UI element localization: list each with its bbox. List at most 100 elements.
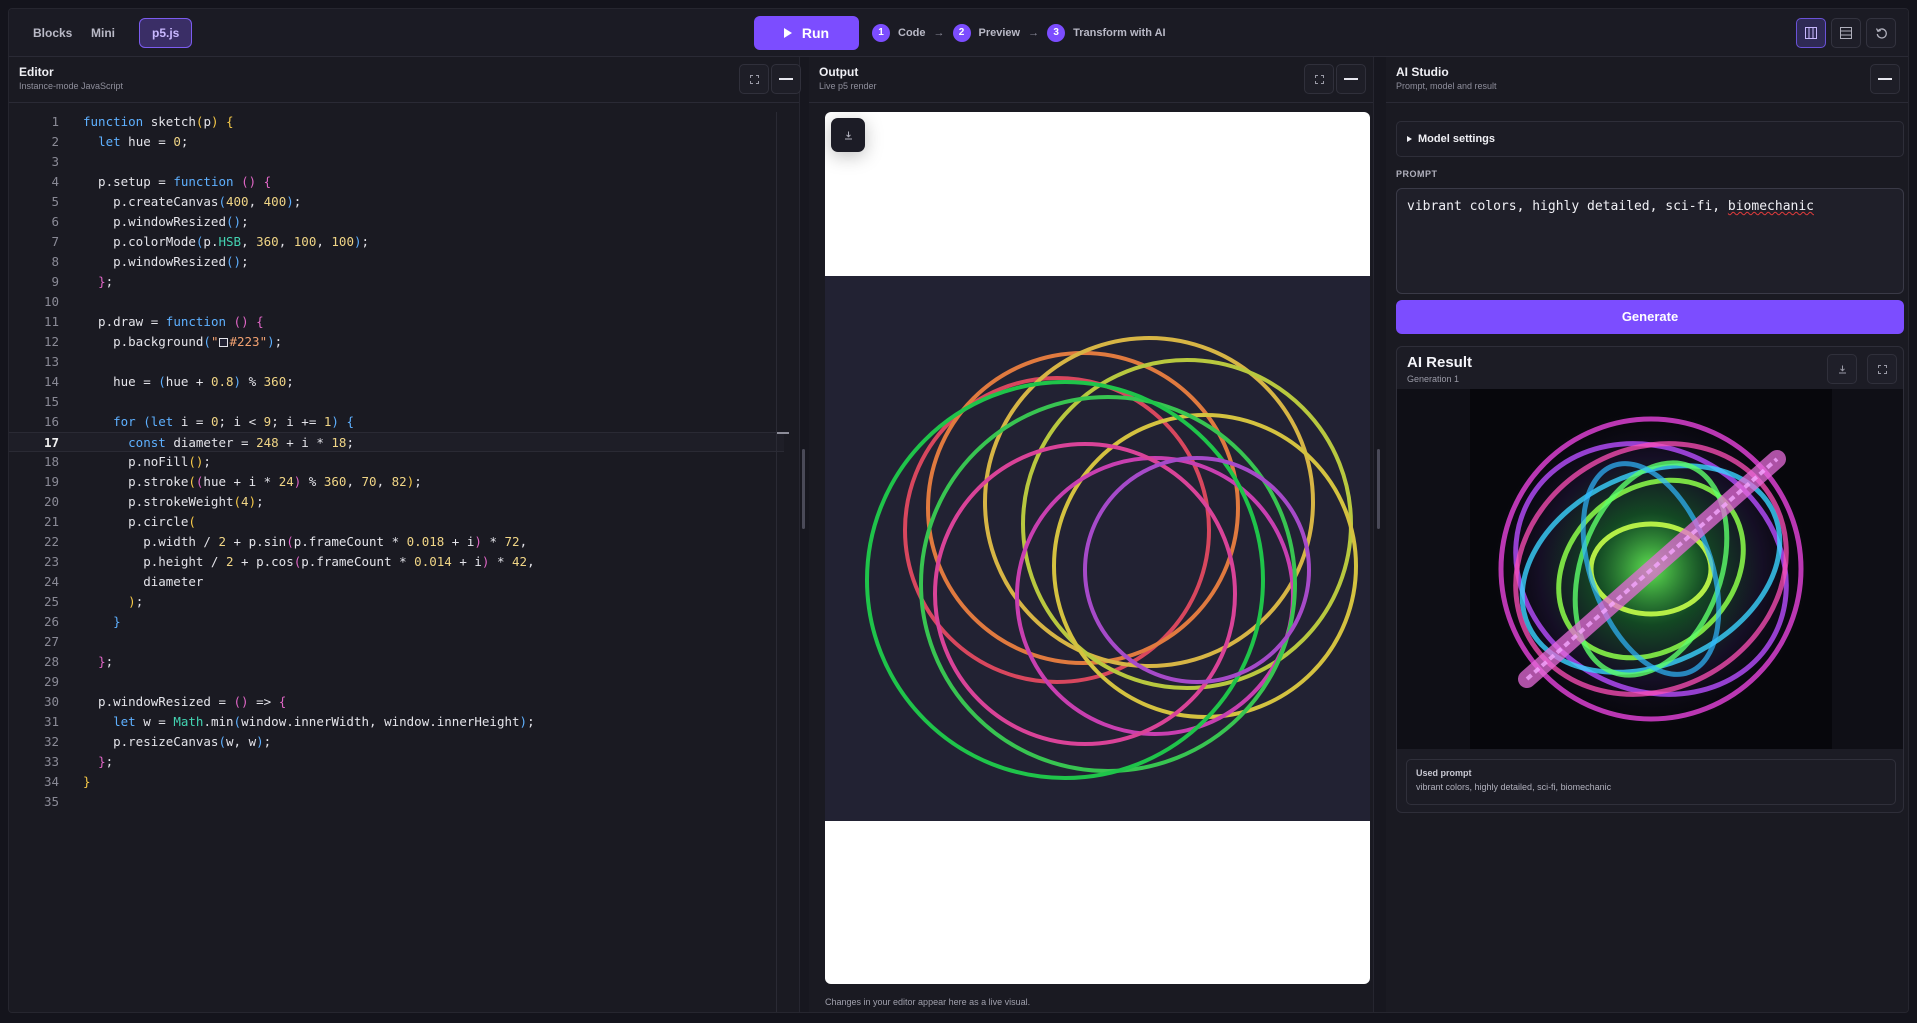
editor-header: Editor Instance-mode JavaScript: [9, 57, 801, 103]
code-line: 11 p.draw = function () {: [43, 314, 264, 329]
sketch-ring: [919, 395, 1297, 773]
code-line: 12 p.background(" #223");: [43, 334, 283, 349]
top-bar: Blocks Mini p5.js Run 1 Code → 2 Preview…: [9, 9, 1908, 57]
code-line: 5 p.createCanvas(400, 400);: [51, 194, 302, 209]
app-window: Blocks Mini p5.js Run 1 Code → 2 Preview…: [8, 8, 1909, 1013]
editor-resize-handle[interactable]: [802, 449, 805, 529]
download-icon: [844, 131, 852, 139]
used-prompt-label: Used prompt: [1416, 768, 1472, 778]
editor-subtitle: Instance-mode JavaScript: [19, 81, 124, 91]
step-3-label: Transform with AI: [1073, 27, 1166, 39]
editor-panel: Editor Instance-mode JavaScript 1 functio…: [9, 57, 801, 1012]
output-canvas-frame: [825, 112, 1370, 984]
prompt-text-misspelled: biomechanic: [1727, 199, 1814, 214]
p5-sketch-canvas[interactable]: [825, 276, 1370, 821]
editor-minimize-button[interactable]: [771, 64, 801, 94]
expand-icon: [1877, 364, 1887, 374]
code-line: 27: [43, 634, 59, 649]
output-expand-button[interactable]: [1304, 64, 1334, 94]
reset-icon: [1875, 27, 1887, 39]
editor-expand-button[interactable]: [739, 64, 769, 94]
studio-title: AI Studio: [1396, 65, 1449, 79]
studio-minimize-button[interactable]: [1870, 64, 1900, 94]
caret-right-icon: [1407, 136, 1412, 142]
rows-icon: [1840, 27, 1852, 39]
code-line: 2 let hue = 0;: [51, 134, 189, 149]
generate-button[interactable]: Generate: [1396, 300, 1904, 334]
output-panel: Output Live p5 render Changes in your ed…: [809, 57, 1374, 1012]
minimize-icon: [779, 78, 793, 80]
code-line: 25 );: [43, 594, 144, 609]
editor-title: Editor: [19, 65, 54, 79]
result-expand-button[interactable]: [1867, 354, 1897, 384]
code-line: 32 p.resizeCanvas(w, w);: [43, 734, 272, 749]
code-line: 23 p.height / 2 + p.cos(p.frameCount * 0…: [43, 554, 535, 569]
ai-studio-panel: AI Studio Prompt, model and result Model…: [1386, 57, 1908, 1012]
columns-layout-button[interactable]: [1796, 18, 1826, 48]
arrow-right-icon: →: [1028, 27, 1040, 39]
used-prompt-box: Used prompt vibrant colors, highly detai…: [1406, 759, 1896, 805]
model-settings-label: Model settings: [1418, 133, 1496, 145]
mode-mini-button[interactable]: Mini: [79, 18, 127, 48]
result-artwork: [1470, 389, 1832, 749]
code-line-current: 17 const diameter = 248 + i * 18;: [9, 432, 784, 452]
result-title: AI Result: [1407, 354, 1473, 371]
code-line: 26 }: [43, 614, 121, 629]
code-line: 14 hue = (hue + 0.8) % 360;: [43, 374, 294, 389]
step-1-label: Code: [898, 27, 926, 39]
step-1-number: 1: [872, 24, 890, 42]
reset-button[interactable]: [1866, 18, 1896, 48]
studio-subtitle: Prompt, model and result: [1396, 81, 1497, 91]
editor-scrollbar[interactable]: [776, 112, 790, 1012]
sketch-ring: [933, 442, 1237, 746]
result-download-button[interactable]: [1827, 354, 1857, 384]
scroll-marker: [777, 432, 789, 434]
code-line: 29: [43, 674, 59, 689]
output-minimize-button[interactable]: [1336, 64, 1366, 94]
expand-icon: [1314, 74, 1324, 84]
prompt-label: PROMPT: [1396, 169, 1438, 179]
code-editor[interactable]: 1 function sketch(p) { 2 let hue = 0; 3 4…: [9, 112, 784, 812]
output-header: Output Live p5 render: [809, 57, 1373, 103]
code-line: 7 p.colorMode(p.HSB, 360, 100, 100);: [51, 234, 370, 249]
prompt-text-a: vibrant colors, highly detailed, sci-fi,: [1407, 199, 1728, 214]
download-button[interactable]: [831, 118, 865, 152]
expand-icon: [749, 74, 759, 84]
model-settings-toggle[interactable]: Model settings: [1396, 121, 1904, 157]
download-icon: [1838, 365, 1846, 373]
step-2-number: 2: [952, 24, 971, 42]
output-resize-handle[interactable]: [1377, 449, 1380, 529]
mode-blocks-button[interactable]: Blocks: [21, 18, 84, 48]
layout-buttons: [1796, 18, 1896, 48]
ai-result-image: [1397, 389, 1903, 749]
step-3-number: 3: [1047, 24, 1066, 42]
code-line: 19 p.stroke((hue + i * 24) % 360, 70, 82…: [43, 474, 422, 489]
run-button[interactable]: Run: [754, 16, 859, 50]
code-line: 28 };: [43, 654, 114, 669]
columns-icon: [1805, 27, 1817, 39]
mode-p5js-button[interactable]: p5.js: [139, 18, 193, 48]
code-line: 18 p.noFill();: [43, 454, 211, 469]
step-2-label: Preview: [978, 27, 1021, 39]
rows-layout-button[interactable]: [1831, 18, 1861, 48]
code-line: 35: [43, 794, 59, 809]
prompt-textarea[interactable]: vibrant colors, highly detailed, sci-fi,…: [1396, 188, 1904, 294]
code-line: 21 p.circle(: [43, 514, 196, 529]
code-line: 30 p.windowResized = () => {: [43, 694, 287, 709]
used-prompt-text: vibrant colors, highly detailed, sci-fi,…: [1416, 782, 1612, 792]
code-line: 22 p.width / 2 + p.sin(p.frameCount * 0.…: [43, 534, 528, 549]
code-line: 13: [43, 354, 59, 369]
code-line: 34}: [43, 774, 91, 789]
code-line: 4 p.setup = function () {: [51, 174, 272, 189]
code-line: 6 p.windowResized();: [51, 214, 249, 229]
workflow-steps: 1 Code → 2 Preview → 3 Transform with AI: [872, 24, 1166, 42]
run-label: Run: [801, 25, 830, 41]
code-line: 16 for (let i = 0; i < 9; i += 1) {: [43, 414, 354, 429]
code-line: 1 function sketch(p) {: [51, 114, 234, 129]
minimize-icon: [1344, 78, 1358, 80]
sketch-ring: [865, 380, 1265, 780]
minimize-icon: [1878, 78, 1892, 80]
result-subtitle: Generation 1: [1407, 374, 1460, 384]
code-line: 24 diameter: [43, 574, 204, 589]
studio-header: AI Studio Prompt, model and result: [1386, 57, 1908, 103]
